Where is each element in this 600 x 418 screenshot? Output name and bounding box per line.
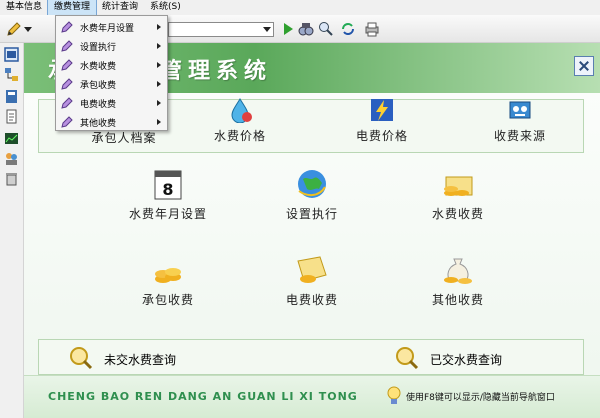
pen-icon — [61, 97, 73, 109]
nav-label: 水费收费 — [431, 207, 484, 221]
close-button[interactable] — [574, 56, 594, 76]
nav-setting-execution[interactable]: 设置执行 — [252, 167, 372, 222]
menu-item-setting-execution[interactable]: 设置执行 — [56, 37, 167, 56]
coins-icon — [444, 176, 473, 196]
nav-label: 水费年月设置 — [128, 207, 207, 221]
nav-label: 承包收费 — [141, 293, 194, 307]
search-icon[interactable] — [318, 21, 334, 37]
menu-item-contract-charge[interactable]: 承包收费 — [56, 75, 167, 94]
nav-label: 收费来源 — [493, 129, 546, 143]
window-icon[interactable] — [4, 47, 19, 62]
calendar-day: 8 — [162, 180, 173, 199]
search-icon — [396, 347, 419, 370]
document-icon[interactable] — [4, 109, 19, 124]
chevron-right-icon — [157, 62, 161, 68]
nav-water-month-setting[interactable]: 8 水费年月设置 — [108, 167, 228, 222]
coins-icon — [155, 268, 181, 283]
menu-item-water-charge[interactable]: 水费收费 — [56, 56, 167, 75]
menu-item-label: 水费收费 — [80, 62, 117, 72]
navigation-content: 承包人档案 水费价格 电费价格 收费来源 8 水费年月设置 设置执行 水费收费 … — [24, 93, 600, 418]
pen-icon — [61, 78, 73, 90]
toolbar-combobox[interactable] — [168, 22, 274, 37]
footer: CHENG BAO REN DANG AN GUAN LI XI TONG 使用… — [24, 375, 600, 418]
binoculars-icon[interactable] — [298, 21, 314, 37]
play-icon[interactable] — [280, 21, 296, 37]
chevron-right-icon — [157, 43, 161, 49]
menu-basic-info[interactable]: 基本信息 — [0, 0, 48, 15]
menu-item-label: 水费年月设置 — [80, 24, 135, 34]
menu-item-label: 承包收费 — [80, 81, 117, 91]
pen-icon — [61, 116, 73, 128]
nav-electricity-price[interactable]: 电费价格 — [322, 97, 442, 144]
menu-item-label: 设置执行 — [80, 43, 117, 53]
calendar-icon: 8 — [154, 170, 182, 200]
money-box-icon — [509, 101, 531, 119]
menu-statistics-query[interactable]: 统计查询 — [96, 0, 144, 15]
menubar: 基本信息 缴费管理 统计查询 系统(S) — [0, 0, 600, 16]
hierarchy-icon[interactable] — [4, 67, 19, 82]
nav-water-price[interactable]: 水费价格 — [180, 97, 300, 144]
nav-label: 电费收费 — [285, 293, 338, 307]
print-icon[interactable] — [364, 21, 380, 37]
pencil-icon[interactable] — [6, 21, 22, 37]
menu-item-electricity-charge[interactable]: 电费收费 — [56, 94, 167, 113]
nav-label: 已交水费查询 — [430, 353, 503, 367]
lightbulb-icon — [387, 386, 401, 404]
nav-label: 设置执行 — [285, 207, 338, 221]
chevron-right-icon — [157, 119, 161, 125]
nav-label: 水费价格 — [213, 129, 266, 143]
nav-label: 电费价格 — [355, 129, 408, 143]
wallet-coins-icon — [297, 256, 327, 283]
money-bag-icon — [444, 258, 472, 284]
nav-other-charge[interactable]: 其他收费 — [398, 253, 518, 308]
users-icon[interactable] — [4, 151, 19, 166]
nav-income-source[interactable]: 收费来源 — [460, 97, 580, 144]
globe-icon — [298, 170, 326, 198]
lightning-icon — [371, 99, 393, 121]
nav-water-charge[interactable]: 水费收费 — [398, 167, 518, 222]
menu-item-other-charge[interactable]: 其他收费 — [56, 113, 167, 132]
nav-electricity-charge[interactable]: 电费收费 — [252, 253, 372, 308]
chevron-right-icon — [157, 24, 161, 30]
search-icon — [70, 347, 93, 370]
menu-item-label: 电费收费 — [80, 100, 117, 110]
menu-system[interactable]: 系统(S) — [144, 0, 187, 15]
nav-paid-water-query[interactable]: 已交水费查询 — [394, 345, 534, 371]
footer-tip: 使用F8键可以显示/隐藏当前导航窗口 — [406, 393, 555, 403]
chevron-right-icon — [157, 81, 161, 87]
trash-icon[interactable] — [4, 171, 19, 186]
footer-pinyin: CHENG BAO REN DANG AN GUAN LI XI TONG — [48, 390, 358, 403]
book-icon[interactable] — [4, 89, 19, 104]
nav-contract-charge[interactable]: 承包收费 — [108, 253, 228, 308]
menu-item-label: 其他收费 — [80, 119, 117, 129]
chevron-right-icon — [157, 100, 161, 106]
left-icon-column — [0, 43, 24, 418]
menu-item-water-month-setting[interactable]: 水费年月设置 — [56, 18, 167, 37]
menu-payment-management[interactable]: 缴费管理 — [47, 0, 98, 16]
nav-label: 未交水费查询 — [104, 353, 177, 367]
chart-icon[interactable] — [4, 131, 19, 146]
pen-icon — [61, 59, 73, 71]
nav-unpaid-water-query[interactable]: 未交水费查询 — [68, 345, 198, 371]
pen-icon — [61, 40, 73, 52]
water-drop-icon — [231, 98, 252, 123]
pen-icon — [61, 21, 73, 33]
refresh-icon[interactable] — [340, 21, 356, 37]
chevron-down-icon[interactable] — [24, 27, 32, 33]
nav-label: 其他收费 — [431, 293, 484, 307]
payment-management-menu: 水费年月设置 设置执行 水费收费 承包收费 电费收费 其他收费 — [55, 15, 168, 131]
chevron-down-icon[interactable] — [263, 27, 271, 32]
